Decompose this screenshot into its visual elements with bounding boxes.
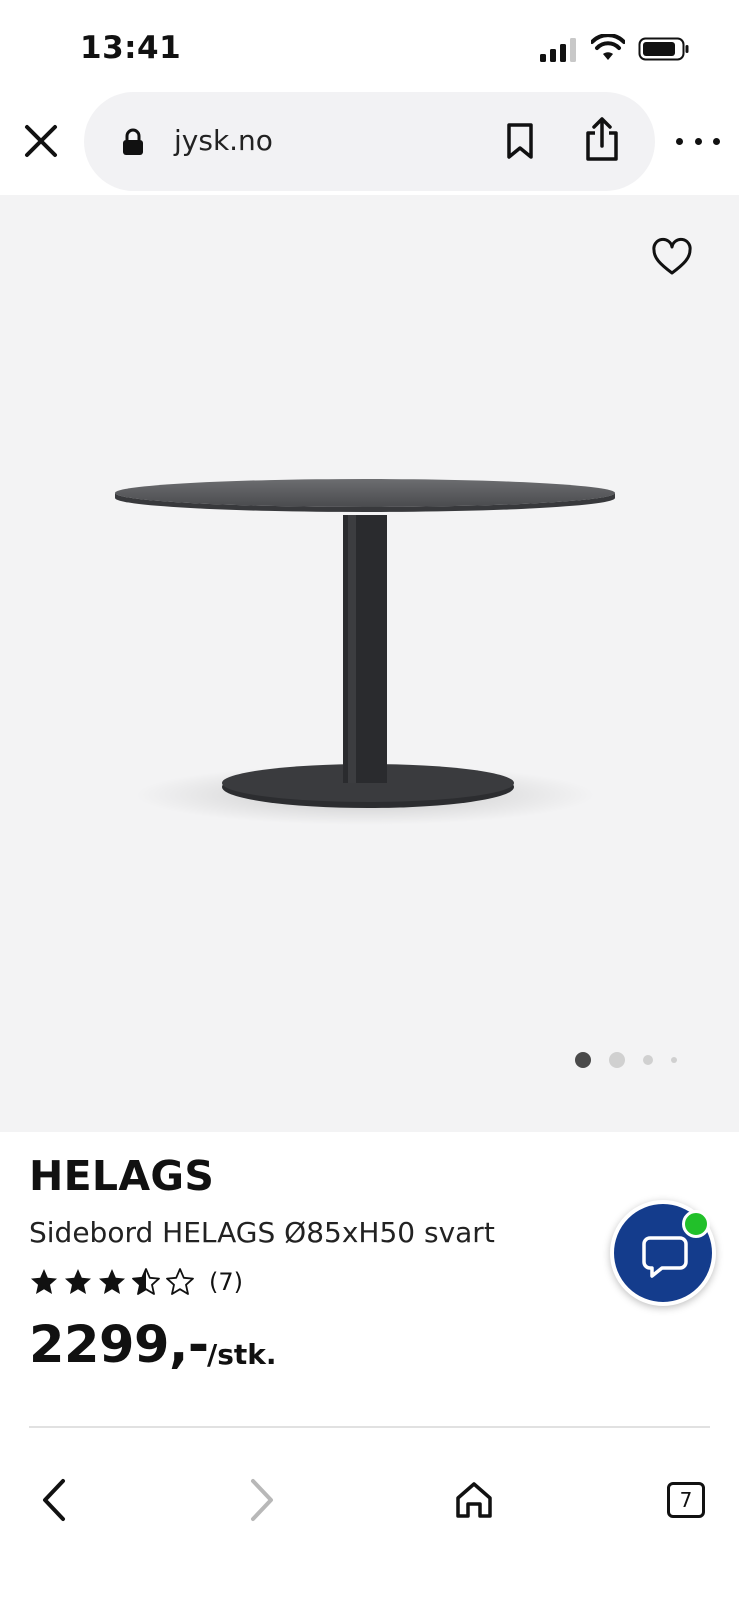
pagination-dot [609,1052,625,1068]
status-bar: 13:41 [0,0,739,92]
share-icon[interactable] [582,116,622,162]
heart-icon[interactable] [650,237,694,277]
price-unit: /stk. [207,1338,277,1371]
star-half-icon [132,1268,160,1295]
star-filled-icon [31,1269,57,1294]
product-brand: HELAGS [29,1152,215,1200]
more-dot [694,137,702,145]
wifi-icon [591,34,625,60]
star-filled-icon [99,1269,125,1294]
gallery-pagination [575,1050,685,1070]
product-rating[interactable]: (7) [29,1262,243,1302]
chevron-left-icon [43,1479,65,1521]
url-text: jysk.no [174,124,273,157]
home-icon [456,1482,492,1518]
battery-icon [638,37,689,61]
more-dot [713,137,720,145]
browser-toolbar: 7 [0,1440,739,1600]
tabs-count: 7 [667,1482,705,1518]
close-button[interactable] [20,120,62,162]
product-name: Sidebord HELAGS Ø85xH50 svart [29,1216,495,1249]
tabs-button[interactable]: 7 [656,1470,716,1530]
cellular-signal-icon [540,38,576,62]
chevron-right-icon [251,1479,273,1521]
product-image-gallery[interactable] [0,195,739,1132]
product-price: 2299,- [29,1316,209,1375]
star-empty-icon [166,1268,194,1295]
forward-button[interactable] [232,1470,292,1530]
chat-bubble-icon [642,1236,688,1278]
more-options-button[interactable] [676,126,720,156]
review-count: (7) [209,1268,243,1296]
star-filled-icon [65,1269,91,1294]
back-button[interactable] [24,1470,84,1530]
online-indicator [682,1210,710,1238]
home-button[interactable] [444,1470,504,1530]
status-time: 13:41 [80,30,182,66]
lock-icon [123,128,143,155]
bookmark-icon[interactable] [504,122,536,160]
pagination-dot-active [575,1052,591,1068]
pagination-dot [671,1057,677,1063]
product-photo [115,479,615,825]
pagination-dot [643,1055,653,1065]
chat-button[interactable] [610,1200,716,1306]
divider [29,1426,710,1428]
close-icon [25,125,57,157]
browser-address-row: jysk.no [0,92,739,192]
more-dot [676,137,683,145]
address-bar[interactable]: jysk.no [84,92,655,191]
